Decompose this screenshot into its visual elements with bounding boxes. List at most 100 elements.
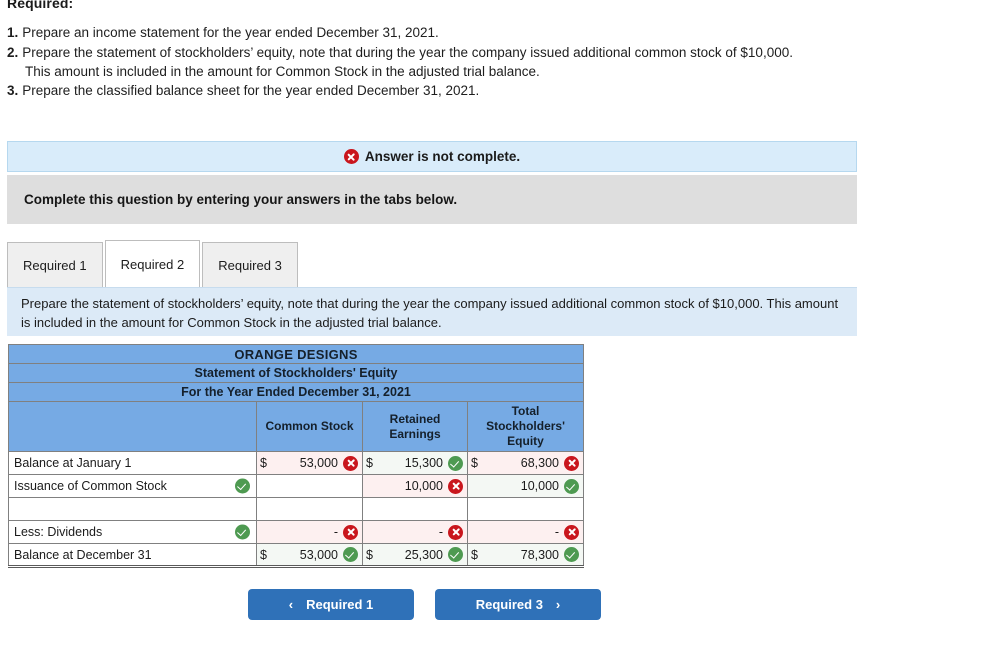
check-circle-icon [564,547,579,562]
cell-total-equity[interactable]: 10,000 [468,475,584,498]
cell-retained-earnings[interactable]: - [363,521,468,544]
table-row: Issuance of Common Stock 10,000 [9,475,584,498]
cell-retained-earnings[interactable] [363,498,468,521]
row-label-cell[interactable]: Balance at January 1 [9,452,257,475]
requirement-item-3: 3. Prepare the classified balance sheet … [7,82,967,101]
cell-total-equity[interactable] [468,498,584,521]
table-title-row-period: For the Year Ended December 31, 2021 [9,383,584,402]
cell-common-stock[interactable] [257,475,363,498]
requirement-tabs: Required 1 Required 2 Required 3 [7,240,300,287]
tab-required-1[interactable]: Required 1 [7,242,103,287]
cell-value: 10,000 [375,479,448,493]
requirement-item-2: 2. Prepare the statement of stockholders… [7,44,967,63]
row-label-cell[interactable] [9,498,257,521]
answer-incomplete-text: Answer is not complete. [365,149,520,164]
cell-value: 78,300 [480,548,564,562]
column-header-retained-earnings: Retained Earnings [363,402,468,452]
row-label-cell[interactable]: Less: Dividends [9,521,257,544]
check-circle-icon [235,525,250,540]
currency-symbol: $ [471,548,480,562]
row-label: Balance at December 31 [14,548,152,562]
instruction-banner: Complete this question by entering your … [7,175,857,224]
answer-incomplete-banner: Answer is not complete. [7,141,857,172]
cell-total-equity[interactable]: $ 78,300 [468,544,584,567]
requirement-number-1: 1. [7,24,18,43]
requirement-text-2: Prepare the statement of stockholders’ e… [22,44,967,63]
table-row: Balance at December 31 $ 53,000 $ 25,300 [9,544,584,567]
tab-required-2[interactable]: Required 2 [105,240,201,287]
tab-description: Prepare the statement of stockholders’ e… [7,287,857,336]
question-page: Required: 1. Prepare an income statement… [0,0,995,663]
previous-required-label: Required 1 [306,597,373,612]
row-label: Issuance of Common Stock [14,479,167,493]
cell-total-equity[interactable]: $ 68,300 [468,452,584,475]
x-circle-icon [448,479,463,494]
previous-required-button[interactable]: ‹ Required 1 [248,589,414,620]
cell-common-stock[interactable]: - [257,521,363,544]
x-circle-icon [564,525,579,540]
check-circle-icon [448,456,463,471]
cell-value: - [480,525,564,539]
row-label: Balance at January 1 [14,456,131,470]
x-circle-icon [343,525,358,540]
cell-retained-earnings[interactable]: 10,000 [363,475,468,498]
currency-symbol: $ [260,456,269,470]
table-row: Less: Dividends - - [9,521,584,544]
cell-value: 68,300 [480,456,564,470]
x-circle-icon [344,149,359,164]
cell-common-stock[interactable]: $ 53,000 [257,544,363,567]
x-circle-icon [343,456,358,471]
cell-common-stock[interactable] [257,498,363,521]
row-label: Less: Dividends [14,525,102,539]
requirement-number-2: 2. [7,44,18,63]
statement-period: For the Year Ended December 31, 2021 [9,383,584,402]
requirement-text-3: Prepare the classified balance sheet for… [22,82,967,101]
requirements-list: 1. Prepare an income statement for the y… [7,24,967,101]
requirement-item-1: 1. Prepare an income statement for the y… [7,24,967,43]
cell-value: 15,300 [375,456,448,470]
stockholders-equity-table: ORANGE DESIGNS Statement of Stockholders… [8,344,584,568]
chevron-left-icon: ‹ [289,598,293,611]
cell-common-stock[interactable]: $ 53,000 [257,452,363,475]
column-header-total-stockholders-equity: Total Stockholders' Equity [468,402,584,452]
currency-symbol: $ [471,456,480,470]
chevron-right-icon: › [556,598,560,611]
column-header-blank [9,402,257,452]
table-column-header-row: Common Stock Retained Earnings Total Sto… [9,402,584,452]
cell-value: 25,300 [375,548,448,562]
table-row [9,498,584,521]
table-title-row-company: ORANGE DESIGNS [9,345,584,364]
company-name: ORANGE DESIGNS [9,345,584,364]
instruction-text: Complete this question by entering your … [24,192,457,207]
currency-symbol: $ [260,548,269,562]
check-circle-icon [235,479,250,494]
tab-required-3[interactable]: Required 3 [202,242,298,287]
table-row: Balance at January 1 $ 53,000 $ 15,300 [9,452,584,475]
column-header-common-stock: Common Stock [257,402,363,452]
cell-total-equity[interactable]: - [468,521,584,544]
cell-value: 10,000 [480,479,564,493]
check-circle-icon [343,547,358,562]
next-required-label: Required 3 [476,597,543,612]
statement-title: Statement of Stockholders' Equity [9,364,584,383]
currency-symbol: $ [366,548,375,562]
page-title: Required: [7,0,73,11]
cell-value: - [269,525,343,539]
check-circle-icon [564,479,579,494]
currency-symbol: $ [366,456,375,470]
x-circle-icon [448,525,463,540]
cell-value: 53,000 [269,548,343,562]
x-circle-icon [564,456,579,471]
requirement-text-1: Prepare an income statement for the year… [22,24,967,43]
requirement-number-3: 3. [7,82,18,101]
row-label-cell[interactable]: Balance at December 31 [9,544,257,567]
tab-navigation: ‹ Required 1 Required 3 › [248,589,601,620]
cell-value: 53,000 [269,456,343,470]
requirement-text-2-continued: This amount is included in the amount fo… [7,63,967,82]
cell-value: - [375,525,448,539]
row-label-cell[interactable]: Issuance of Common Stock [9,475,257,498]
table-title-row-statement: Statement of Stockholders' Equity [9,364,584,383]
next-required-button[interactable]: Required 3 › [435,589,601,620]
cell-retained-earnings[interactable]: $ 25,300 [363,544,468,567]
cell-retained-earnings[interactable]: $ 15,300 [363,452,468,475]
